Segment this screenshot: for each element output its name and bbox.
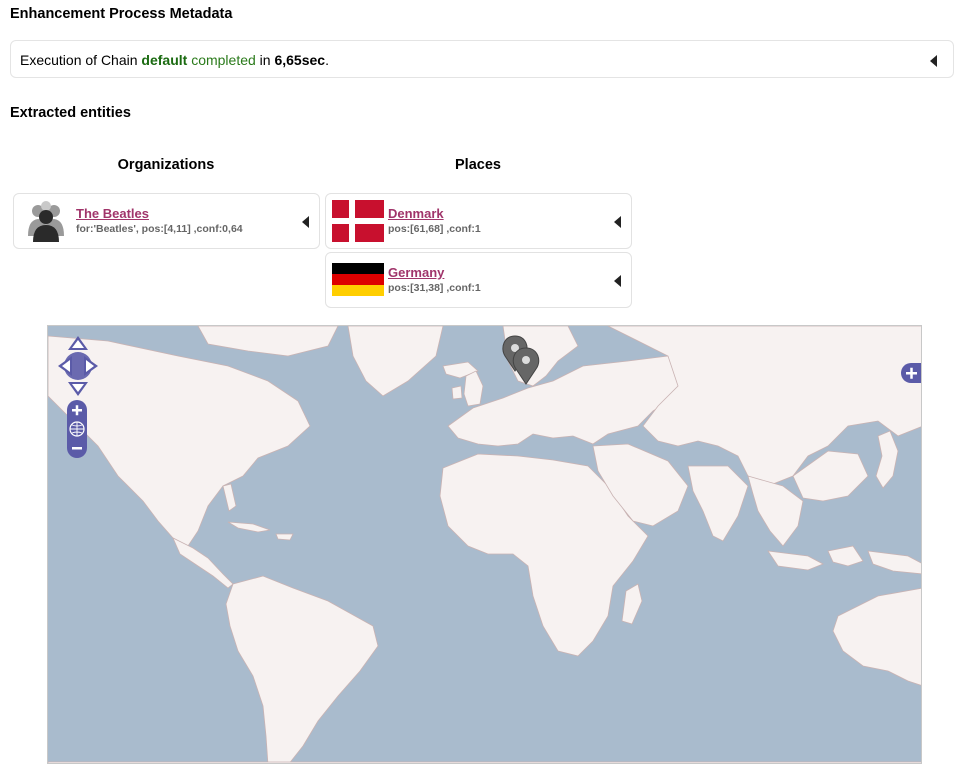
world-map[interactable] [47, 325, 922, 764]
expand-entity-arrow-icon[interactable] [614, 216, 621, 228]
expand-entity-arrow-icon[interactable] [302, 216, 309, 228]
map-layer-switcher-icon[interactable] [901, 363, 922, 383]
germany-flag-icon [332, 263, 384, 296]
map-pan-control[interactable] [58, 336, 98, 396]
entity-card-germany: Germany pos:[31,38] ,conf:1 [325, 252, 632, 308]
extracted-entities-title: Extracted entities [10, 105, 131, 121]
entity-link-denmark[interactable]: Denmark [388, 206, 444, 221]
entity-link-the-beatles[interactable]: The Beatles [76, 206, 149, 221]
execution-suffix: . [325, 52, 329, 68]
execution-in: in [255, 52, 275, 68]
entity-meta-the-beatles: for:'Beatles', pos:[4,11] ,conf:0,64 [76, 223, 243, 235]
execution-prefix: Execution of Chain [20, 52, 142, 68]
entity-card-denmark: Denmark pos:[61,68] ,conf:1 [325, 193, 632, 249]
world-map-tiles[interactable] [48, 326, 922, 764]
entity-meta-denmark: pos:[61,68] ,conf:1 [388, 223, 481, 235]
execution-metadata-box: Execution of Chain default completed in … [10, 40, 954, 78]
execution-status: completed [191, 52, 256, 68]
expand-metadata-arrow-icon[interactable] [930, 55, 937, 67]
places-heading: Places [455, 157, 501, 173]
metadata-title: Enhancement Process Metadata [10, 6, 233, 22]
execution-summary: Execution of Chain default completed in … [20, 52, 329, 68]
entity-meta-germany: pos:[31,38] ,conf:1 [388, 282, 481, 294]
entity-card-the-beatles: The Beatles for:'Beatles', pos:[4,11] ,c… [13, 193, 320, 249]
execution-duration: 6,65sec [274, 52, 326, 68]
entity-link-germany[interactable]: Germany [388, 265, 444, 280]
denmark-flag-icon [332, 200, 384, 242]
chain-name: default [141, 52, 188, 68]
map-zoom-control[interactable] [66, 400, 88, 460]
expand-entity-arrow-icon[interactable] [614, 275, 621, 287]
organizations-heading: Organizations [117, 157, 215, 173]
person-silhouette-icon [28, 201, 64, 242]
